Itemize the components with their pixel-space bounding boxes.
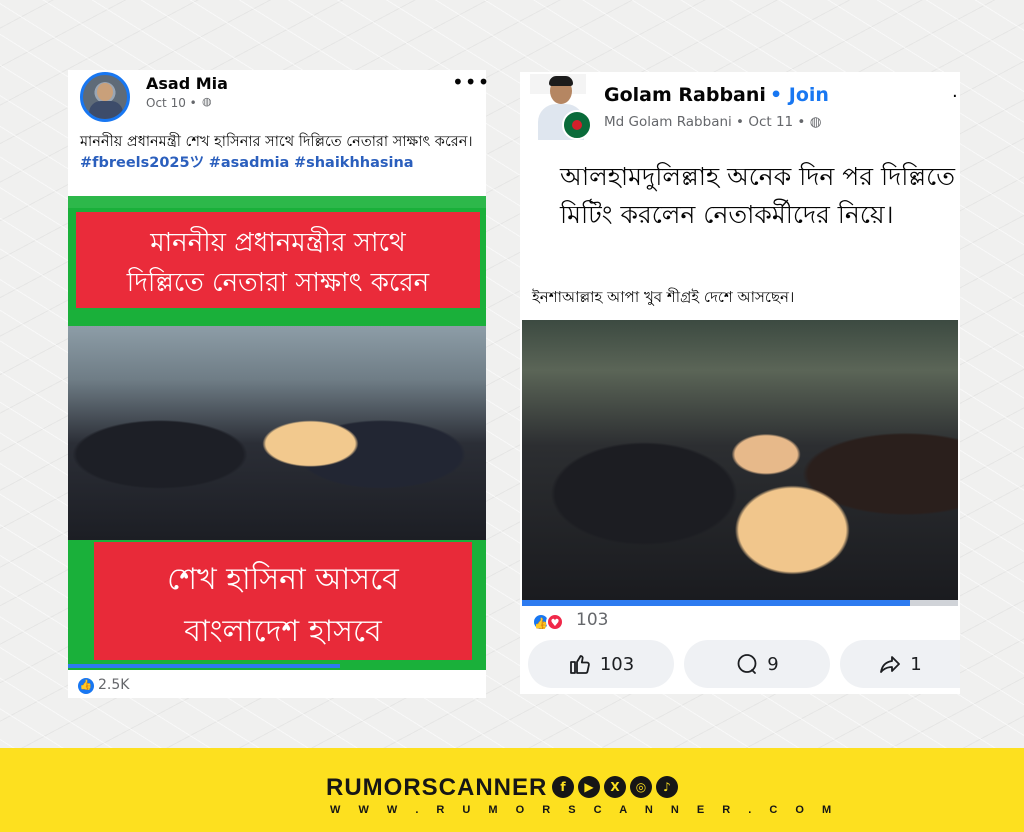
instagram-icon[interactable]: ◎: [630, 776, 652, 798]
hashtag-link[interactable]: #asadmia: [209, 155, 290, 171]
facebook-icon[interactable]: f: [552, 776, 574, 798]
youtube-icon[interactable]: ▶: [578, 776, 600, 798]
reaction-count[interactable]: 103: [576, 610, 608, 630]
banner-line: দিল্লিতে নেতারা সাক্ষাৎ করেন: [126, 268, 430, 298]
left-post-body: মাননীয় প্রধানমন্ত্রী শেখ হাসিনার সাথে দ…: [80, 134, 473, 150]
left-post-author[interactable]: Asad Mia: [146, 74, 228, 93]
share-icon: [880, 656, 901, 673]
video-top-banner: মাননীয় প্রধানমন্ত্রীর সাথে দিল্লিতে নেত…: [76, 212, 480, 308]
comment-button[interactable]: 9: [684, 640, 830, 688]
comment-icon: [737, 654, 757, 674]
right-post-card: Golam Rabbani • Join Md Golam Rabbani • …: [520, 72, 960, 694]
left-post-card: Asad Mia Oct 10 • ◍ ••• মাননীয় প্রধানমন…: [68, 70, 489, 698]
video-progress-bar[interactable]: [68, 664, 340, 668]
left-post-video[interactable]: মাননীয় প্রধানমন্ত্রীর সাথে দিল্লিতে নেত…: [68, 196, 486, 670]
globe-icon: ◍: [202, 95, 212, 108]
join-button[interactable]: • Join: [770, 84, 829, 106]
more-options-icon[interactable]: •••: [452, 70, 490, 94]
rumor-scanner-footer: RUMORSCANNER f ▶ X ◎ ♪ W W W . R U M O R…: [0, 748, 1024, 832]
brand-logo-text: RUMORSCANNER: [326, 774, 548, 801]
love-reaction-icon: ♥: [546, 613, 564, 631]
right-post-text: আলহামদুলিল্লাহ অনেক দিন পর দিল্লিতে মিটি…: [560, 162, 955, 229]
right-post-video[interactable]: [522, 320, 958, 600]
tiktok-icon[interactable]: ♪: [656, 776, 678, 798]
left-post-text: মাননীয় প্রধানমন্ত্রী শেখ হাসিনার সাথে দ…: [80, 132, 480, 174]
hashtag-link[interactable]: #shaikhhasina: [294, 155, 414, 171]
banner-line: বাংলাদেশ হাসবে: [184, 614, 382, 649]
left-post-date[interactable]: Oct 10 •: [146, 96, 197, 110]
right-post-meta: Md Golam Rabbani • Oct 11 •: [604, 114, 806, 130]
globe-icon: ◍: [809, 114, 822, 130]
more-options-icon[interactable]: ·: [952, 86, 958, 107]
video-green-bar: [68, 196, 486, 208]
right-post-secondary-text: ইনশাআল্লাহ আপা খুব শীগ্রই দেশে আসছেন।: [532, 288, 795, 306]
like-count: 103: [599, 653, 635, 675]
like-reaction-icon: 👍: [78, 678, 94, 694]
right-post-author[interactable]: Golam Rabbani: [604, 84, 766, 106]
share-count: 1: [910, 653, 922, 675]
bangladesh-emblem-icon[interactable]: [562, 110, 592, 140]
banner-line: শেখ হাসিনা আসবে: [167, 562, 399, 597]
brand-url[interactable]: W W W . R U M O R S C A N N E R . C O M: [330, 804, 839, 816]
banner-line: মাননীয় প্রধানমন্ত্রীর সাথে: [150, 228, 406, 258]
video-progress-bar[interactable]: [522, 600, 910, 606]
hashtag-link[interactable]: #fbreels2025ツ: [80, 155, 204, 171]
video-bottom-banner: শেখ হাসিনা আসবে বাংলাদেশ হাসবে: [94, 542, 472, 660]
right-post-subline[interactable]: Md Golam Rabbani • Oct 11 • ◍: [604, 114, 821, 130]
like-button[interactable]: 103: [528, 640, 674, 688]
left-like-count[interactable]: 2.5K: [98, 677, 129, 693]
comment-count: 9: [767, 653, 779, 675]
asad-mia-avatar[interactable]: [80, 72, 130, 122]
reactions-icons[interactable]: 👍 ♥: [532, 610, 572, 632]
video-frame-image: [68, 326, 486, 540]
share-button[interactable]: 1: [840, 640, 960, 688]
x-icon[interactable]: X: [604, 776, 626, 798]
thumbs-up-icon: [569, 655, 590, 674]
